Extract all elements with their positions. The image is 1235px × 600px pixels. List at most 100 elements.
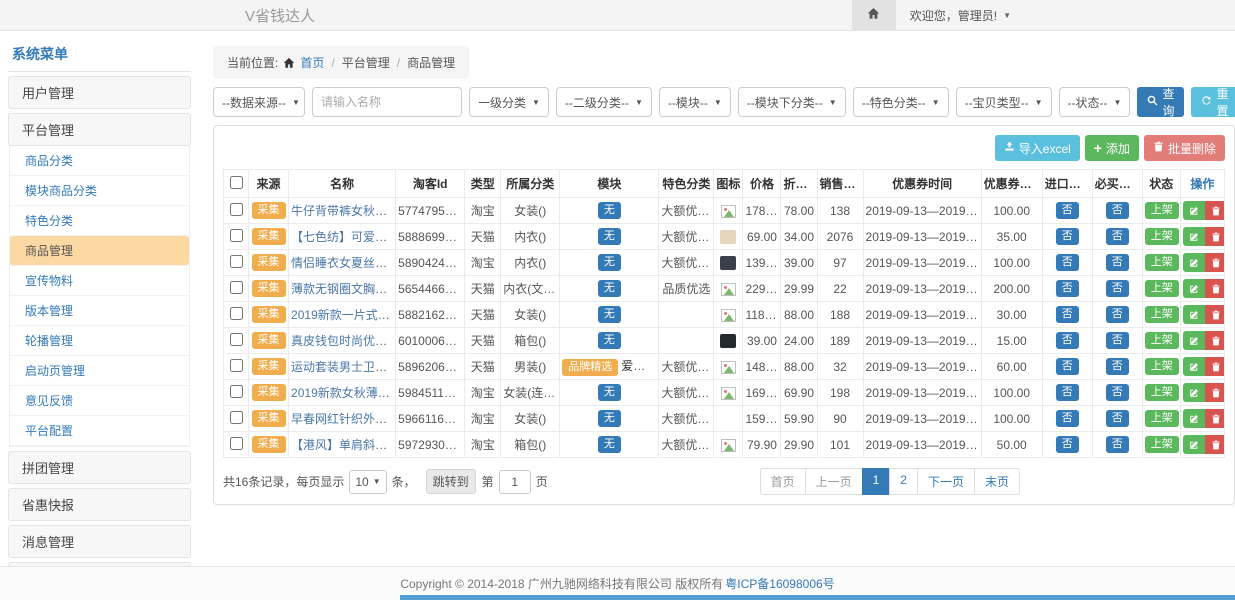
jump-button[interactable]: 跳转到 xyxy=(426,469,476,494)
import-select-badge[interactable]: 否 xyxy=(1056,436,1079,452)
must-buy-badge[interactable]: 否 xyxy=(1106,384,1129,400)
delete-button[interactable] xyxy=(1205,409,1225,428)
user-menu[interactable]: 欢迎您，管理员! ▼ xyxy=(896,7,1025,24)
row-checkbox[interactable] xyxy=(230,333,243,346)
sidebar-sub-item[interactable]: 平台配置 xyxy=(10,416,189,446)
filter-select[interactable]: 一级分类▼ xyxy=(469,87,549,117)
sidebar-sub-item[interactable]: 启动页管理 xyxy=(10,356,189,386)
page-button[interactable]: 2 xyxy=(889,468,918,495)
product-name-link[interactable]: 真皮钱包时尚优雅女士... xyxy=(291,334,396,348)
status-badge[interactable]: 上架 xyxy=(1145,202,1179,218)
search-button[interactable]: 查询 xyxy=(1137,87,1184,117)
delete-button[interactable] xyxy=(1205,227,1225,246)
edit-button[interactable] xyxy=(1183,383,1205,402)
product-name-link[interactable]: 运动套装男士卫衣初秋... xyxy=(291,360,396,374)
sidebar-sub-item[interactable]: 特色分类 xyxy=(10,206,189,236)
delete-button[interactable] xyxy=(1205,279,1225,298)
import-select-badge[interactable]: 否 xyxy=(1056,202,1079,218)
row-checkbox[interactable] xyxy=(230,281,243,294)
sidebar-sub-item[interactable]: 宣传物料 xyxy=(10,266,189,296)
delete-button[interactable] xyxy=(1205,435,1225,454)
horizontal-scrollbar[interactable] xyxy=(400,595,1235,600)
status-badge[interactable]: 上架 xyxy=(1145,332,1179,348)
delete-button[interactable] xyxy=(1205,357,1225,376)
delete-button[interactable] xyxy=(1205,253,1225,272)
page-button[interactable]: 上一页 xyxy=(805,468,863,495)
import-select-badge[interactable]: 否 xyxy=(1056,306,1079,322)
status-badge[interactable]: 上架 xyxy=(1145,384,1179,400)
product-name-link[interactable]: 薄款无钢圈文胸聚拢性... xyxy=(291,282,396,296)
must-buy-badge[interactable]: 否 xyxy=(1106,280,1129,296)
import-select-badge[interactable]: 否 xyxy=(1056,280,1079,296)
page-button[interactable]: 末页 xyxy=(974,468,1020,495)
filter-select[interactable]: --宝贝类型--▼ xyxy=(956,87,1052,117)
product-name-link[interactable]: 2019新款女秋薄款... xyxy=(291,386,396,400)
must-buy-badge[interactable]: 否 xyxy=(1106,436,1129,452)
delete-button[interactable] xyxy=(1205,331,1225,350)
must-buy-badge[interactable]: 否 xyxy=(1106,410,1129,426)
page-button[interactable]: 首页 xyxy=(760,468,806,495)
product-name-link[interactable]: 【港风】单肩斜跨链条... xyxy=(291,438,396,452)
per-page-select[interactable]: 10 ▼ xyxy=(349,470,386,494)
sidebar-sub-item[interactable]: 商品分类 xyxy=(10,146,189,176)
must-buy-badge[interactable]: 否 xyxy=(1106,332,1129,348)
status-badge[interactable]: 上架 xyxy=(1145,228,1179,244)
product-name-link[interactable]: 【七色纺】可爱纯棉家... xyxy=(291,230,396,244)
import-select-badge[interactable]: 否 xyxy=(1056,254,1079,270)
page-button[interactable]: 下一页 xyxy=(917,468,975,495)
add-button[interactable]: + 添加 xyxy=(1085,135,1139,161)
sidebar-sub-item[interactable]: 版本管理 xyxy=(10,296,189,326)
row-checkbox[interactable] xyxy=(230,229,243,242)
row-checkbox[interactable] xyxy=(230,359,243,372)
row-checkbox[interactable] xyxy=(230,255,243,268)
import-select-badge[interactable]: 否 xyxy=(1056,384,1079,400)
must-buy-badge[interactable]: 否 xyxy=(1106,254,1129,270)
page-button[interactable]: 1 xyxy=(862,468,891,495)
home-button[interactable] xyxy=(852,0,896,30)
icp-link[interactable]: 粤ICP备16098006号 xyxy=(725,575,834,592)
product-name-link[interactable]: 早春网红针织外套女春... xyxy=(291,412,396,426)
batch-delete-button[interactable]: 批量删除 xyxy=(1144,135,1225,161)
sidebar-group-item[interactable]: 拼团管理 xyxy=(8,451,191,484)
status-badge[interactable]: 上架 xyxy=(1145,306,1179,322)
row-checkbox[interactable] xyxy=(230,307,243,320)
product-name-link[interactable]: 牛仔背带裤女秋装减龄... xyxy=(291,204,396,218)
edit-button[interactable] xyxy=(1183,227,1205,246)
edit-button[interactable] xyxy=(1183,305,1205,324)
delete-button[interactable] xyxy=(1205,383,1225,402)
must-buy-badge[interactable]: 否 xyxy=(1106,358,1129,374)
import-excel-button[interactable]: 导入excel xyxy=(995,135,1080,161)
edit-button[interactable] xyxy=(1183,357,1205,376)
breadcrumb-home-link[interactable]: 首页 xyxy=(300,54,324,71)
name-search-input[interactable] xyxy=(312,87,462,117)
must-buy-badge[interactable]: 否 xyxy=(1106,228,1129,244)
must-buy-badge[interactable]: 否 xyxy=(1106,202,1129,218)
product-name-link[interactable]: 情侣睡衣女夏丝绸男士... xyxy=(291,256,396,270)
row-checkbox[interactable] xyxy=(230,411,243,424)
filter-select[interactable]: --模块--▼ xyxy=(659,87,731,117)
filter-select[interactable]: --二级分类--▼ xyxy=(556,87,652,117)
filter-select[interactable]: --模块下分类--▼ xyxy=(738,87,846,117)
delete-button[interactable] xyxy=(1205,305,1225,324)
status-badge[interactable]: 上架 xyxy=(1145,410,1179,426)
data-source-select[interactable]: --数据来源-- ▼ xyxy=(213,87,305,117)
sidebar-group-item[interactable]: 平台管理 xyxy=(8,113,191,146)
edit-button[interactable] xyxy=(1183,331,1205,350)
sidebar-group-item[interactable]: 消息管理 xyxy=(8,525,191,558)
status-badge[interactable]: 上架 xyxy=(1145,280,1179,296)
import-select-badge[interactable]: 否 xyxy=(1056,358,1079,374)
status-badge[interactable]: 上架 xyxy=(1145,436,1179,452)
filter-select[interactable]: --状态--▼ xyxy=(1059,87,1131,117)
sidebar-group-item[interactable]: 省惠快报 xyxy=(8,488,191,521)
must-buy-badge[interactable]: 否 xyxy=(1106,306,1129,322)
sidebar-sub-item[interactable]: 模块商品分类 xyxy=(10,176,189,206)
import-select-badge[interactable]: 否 xyxy=(1056,332,1079,348)
import-select-badge[interactable]: 否 xyxy=(1056,410,1079,426)
sidebar-group-item[interactable]: 用户管理 xyxy=(8,76,191,109)
product-name-link[interactable]: 2019新款一片式系... xyxy=(291,308,396,322)
sidebar-sub-item[interactable]: 商品管理 xyxy=(10,236,189,266)
select-all-checkbox[interactable] xyxy=(230,176,243,189)
row-checkbox[interactable] xyxy=(230,385,243,398)
delete-button[interactable] xyxy=(1205,201,1225,220)
edit-button[interactable] xyxy=(1183,279,1205,298)
